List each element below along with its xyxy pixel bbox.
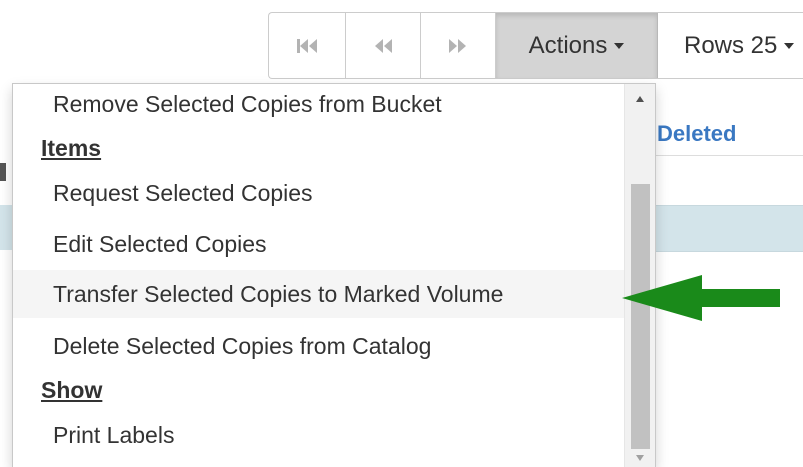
background-text-fragment xyxy=(0,163,6,181)
actions-button-label: Actions xyxy=(528,31,608,59)
next-page-button[interactable] xyxy=(421,13,496,78)
left-pointing-arrow-icon xyxy=(622,275,780,321)
fast-forward-icon xyxy=(448,38,468,54)
rows-per-page-label: Rows 25 xyxy=(684,31,778,59)
menu-section-header-show: Show xyxy=(41,377,103,403)
previous-page-button[interactable] xyxy=(346,13,421,78)
scroll-down-arrow-icon[interactable] xyxy=(636,455,644,461)
actions-dropdown-menu: Remove Selected Copies from Bucket Items… xyxy=(12,83,656,467)
grid-toolbar: Actions Rows 25 xyxy=(268,12,803,79)
scroll-up-arrow-icon[interactable] xyxy=(636,96,644,102)
rewind-icon xyxy=(373,38,393,54)
menu-item-edit-selected-copies[interactable]: Edit Selected Copies xyxy=(13,220,624,268)
chevron-down-icon xyxy=(784,42,795,49)
background-selected-row-left xyxy=(0,205,12,250)
column-header-deleted[interactable]: Deleted xyxy=(657,121,736,147)
rows-per-page-button[interactable]: Rows 25 xyxy=(658,13,803,78)
menu-item-remove-selected-copies[interactable]: Remove Selected Copies from Bucket xyxy=(13,84,624,128)
first-page-button[interactable] xyxy=(269,13,346,78)
skip-to-first-icon xyxy=(296,38,318,54)
chevron-down-icon xyxy=(614,42,625,49)
selected-table-row[interactable] xyxy=(650,205,803,252)
menu-item-delete-selected-copies[interactable]: Delete Selected Copies from Catalog xyxy=(13,322,624,370)
menu-item-transfer-selected-copies[interactable]: Transfer Selected Copies to Marked Volum… xyxy=(13,270,624,318)
actions-button[interactable]: Actions xyxy=(496,13,658,78)
menu-section-header-items: Items xyxy=(41,135,102,161)
menu-item-print-labels[interactable]: Print Labels xyxy=(13,411,624,459)
table-header-divider xyxy=(650,155,803,156)
menu-item-request-selected-copies[interactable]: Request Selected Copies xyxy=(13,169,624,217)
